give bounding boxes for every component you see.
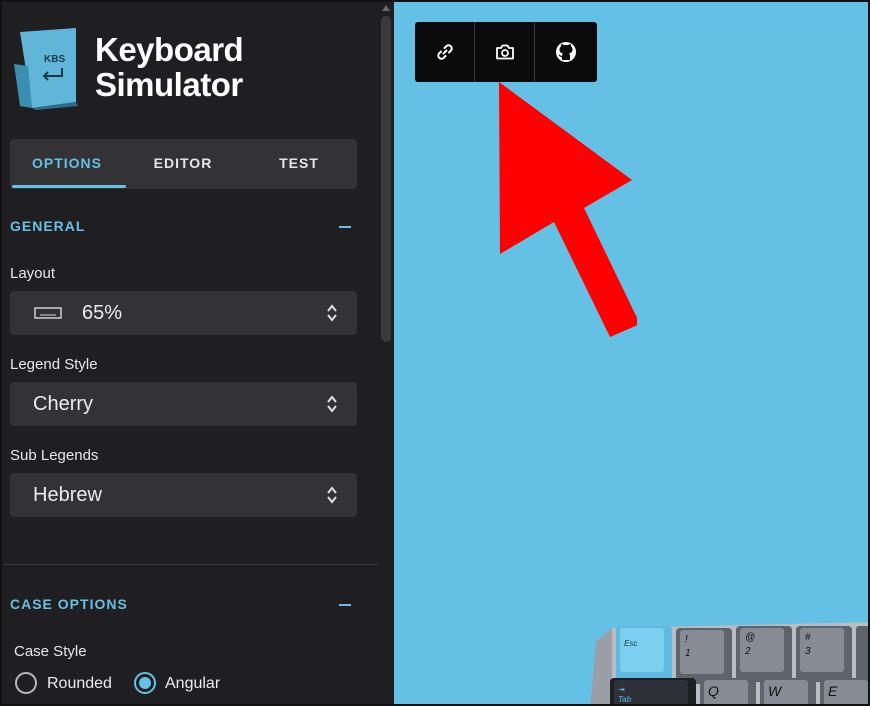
radio-angular[interactable] [134, 672, 156, 694]
github-icon [556, 42, 576, 62]
app-title-line-1: Keyboard [95, 31, 244, 68]
case-style-label: Case Style [14, 643, 87, 660]
layout-label: Layout [10, 265, 56, 282]
key-label-hash: # [805, 632, 811, 643]
select-arrows-icon [327, 486, 337, 504]
tab-editor[interactable]: EDITOR [126, 139, 240, 189]
radio-rounded-label[interactable]: Rounded [47, 675, 112, 693]
collapse-general-icon[interactable] [339, 226, 351, 228]
key-1: ! 1 [676, 628, 732, 684]
tab-bar: OPTIONS EDITOR TEST [10, 139, 357, 189]
tab-test[interactable]: TEST [242, 139, 356, 189]
legend-style-label: Legend Style [10, 356, 98, 373]
key-label-e: E [828, 683, 838, 699]
active-tab-indicator [12, 185, 126, 188]
key-label-exclaim: ! [685, 634, 688, 645]
logo-text: KBS [44, 54, 65, 65]
key-label-tab: Tab [618, 695, 632, 704]
key-w: W [760, 678, 816, 704]
radio-angular-label[interactable]: Angular [165, 675, 220, 693]
select-arrows-icon [327, 395, 337, 413]
sub-legends-value: Hebrew [33, 484, 102, 506]
legend-style-select[interactable]: Cherry [10, 382, 357, 426]
canvas-toolbar [415, 22, 597, 82]
app-title: Keyboard Simulator [95, 31, 244, 103]
key-label-at: @ [745, 632, 755, 643]
keyboard-preview[interactable]: Esc ! 1 @ 2 # 3 ⇥ Tab Q W E [590, 612, 870, 706]
sub-legends-label: Sub Legends [10, 447, 99, 464]
tab-options[interactable]: OPTIONS [10, 139, 124, 189]
keyboard-layout-icon [34, 307, 62, 319]
legend-style-value: Cherry [33, 393, 94, 415]
kbs-logo: KBS [14, 28, 78, 110]
camera-icon [495, 44, 514, 60]
sidebar: KBS Keyboard Simulator OPTIONS EDITOR TE… [2, 2, 394, 704]
key-label-q: Q [708, 683, 719, 699]
annotation-arrow [499, 82, 637, 337]
key-label-3: 3 [805, 646, 811, 657]
key-label-2: 2 [744, 646, 751, 657]
key-label-w: W [768, 683, 783, 699]
section-divider [4, 564, 378, 565]
keyboard-canvas: Esc ! 1 @ 2 # 3 ⇥ Tab Q W E [394, 2, 870, 706]
github-button[interactable] [535, 22, 597, 82]
sub-legends-select[interactable]: Hebrew [10, 473, 357, 517]
select-arrows-icon [327, 304, 337, 322]
key-e: E [820, 678, 868, 704]
collapse-case-options-icon[interactable] [339, 604, 351, 606]
link-icon [436, 44, 453, 60]
key-tab: ⇥ Tab [610, 678, 696, 704]
scroll-up-arrow[interactable] [382, 5, 390, 11]
sidebar-scrollbar[interactable] [381, 16, 391, 342]
copy-link-button[interactable] [415, 22, 475, 82]
radio-rounded[interactable] [15, 672, 37, 694]
key-3: # 3 [796, 626, 852, 682]
key-q: Q [700, 678, 756, 704]
key-label-esc: Esc [624, 639, 637, 648]
app-window: KBS Keyboard Simulator OPTIONS EDITOR TE… [0, 0, 870, 706]
layout-select[interactable]: 65% [10, 291, 357, 335]
key-2: @ 2 [736, 626, 792, 682]
key-esc: Esc [616, 626, 672, 682]
svg-text:⇥: ⇥ [618, 685, 625, 694]
layout-value: 65% [82, 302, 123, 324]
app-title-line-2: Simulator [95, 66, 243, 103]
section-heading-case-options[interactable]: CASE OPTIONS [10, 596, 128, 612]
section-heading-general[interactable]: GENERAL [10, 218, 85, 234]
screenshot-button[interactable] [475, 22, 535, 82]
key-label-1: 1 [685, 648, 691, 659]
